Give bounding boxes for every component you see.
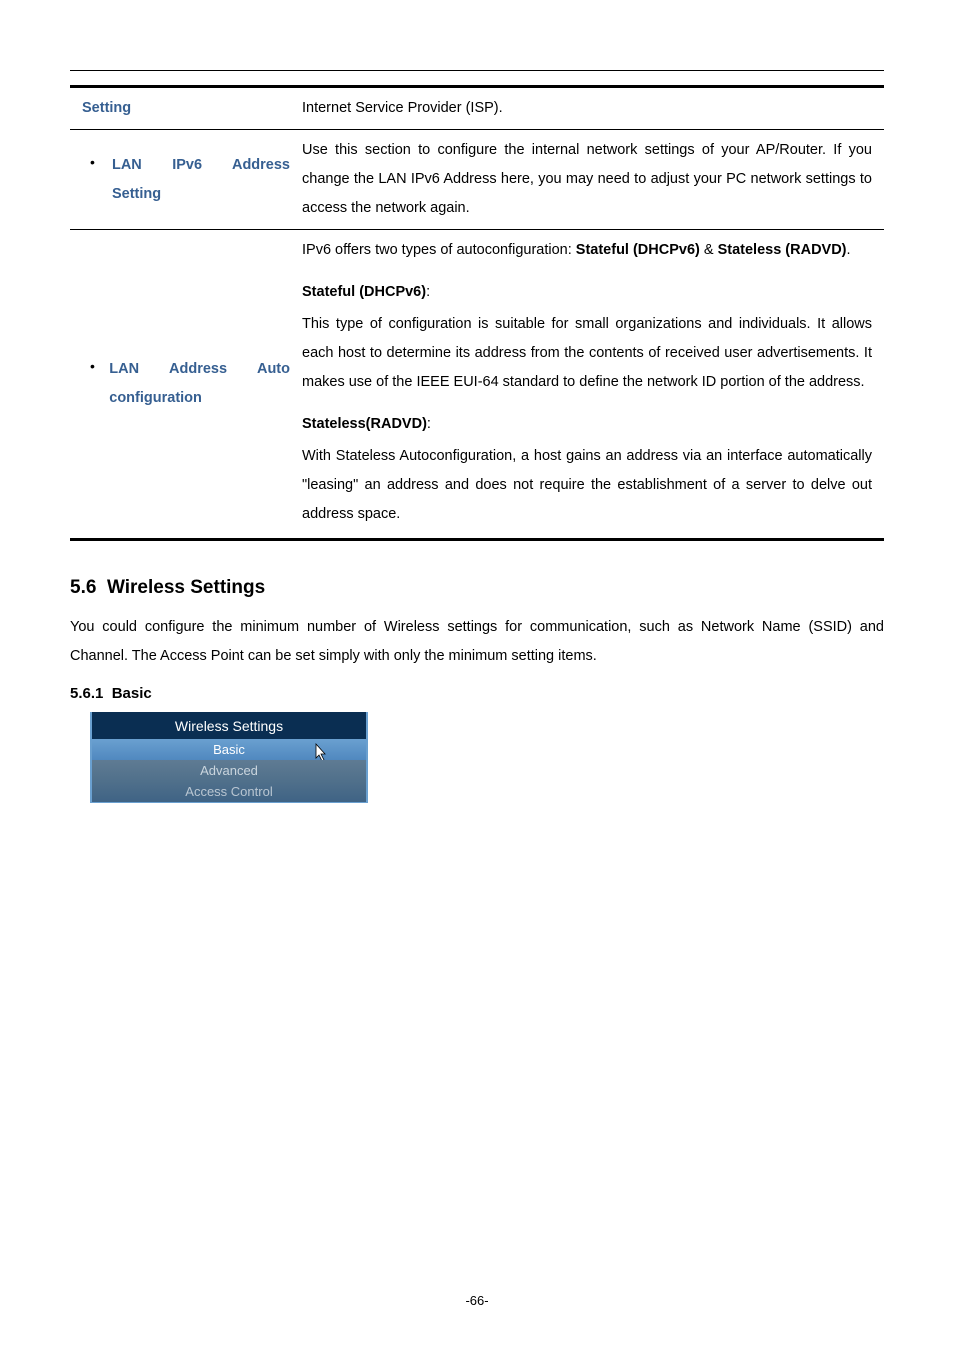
- bullet-icon: •: [90, 355, 101, 377]
- subsection-number: 5.6.1: [70, 685, 103, 702]
- sub2-title-line: Stateless(RADVD):: [302, 410, 872, 439]
- setting-label: Setting: [82, 100, 131, 116]
- sub2-body: With Stateless Autoconfiguration, a host…: [302, 442, 872, 529]
- menu-header: Wireless Settings: [92, 712, 366, 739]
- setting-desc: Use this section to configure the intern…: [302, 142, 872, 216]
- intro-amp: &: [700, 242, 718, 258]
- table-row: • LAN Address Auto configuration IPv6 of…: [70, 230, 884, 540]
- menu-item-basic[interactable]: Basic: [92, 739, 366, 760]
- sub1-body: This type of configuration is suitable f…: [302, 310, 872, 397]
- setting-label: LAN IPv6 Address Setting: [112, 151, 290, 209]
- table-row: • LAN IPv6 Address Setting Use this sect…: [70, 130, 884, 230]
- bullet-icon: •: [90, 151, 104, 173]
- wireless-settings-menu: Wireless Settings Basic Advanced Access …: [90, 712, 368, 803]
- setting-label: LAN Address Auto configuration: [109, 355, 290, 413]
- intro-text: IPv6 offers two types of autoconfigurati…: [302, 236, 872, 265]
- page-number: -66-: [0, 1293, 954, 1308]
- subsection-heading: 5.6.1 Basic: [70, 685, 884, 702]
- menu-item-label: Basic: [213, 742, 245, 757]
- subsection-title: Basic: [112, 685, 152, 702]
- table-row: Setting Internet Service Provider (ISP).: [70, 87, 884, 130]
- menu-item-label: Access Control: [185, 784, 272, 799]
- intro-post: .: [847, 242, 851, 258]
- menu-item-access-control[interactable]: Access Control: [92, 781, 366, 802]
- intro-bold1: Stateful (DHCPv6): [576, 242, 700, 258]
- section-title: Wireless Settings: [107, 577, 265, 598]
- section-desc: You could configure the minimum number o…: [70, 613, 884, 671]
- intro-bold2: Stateless (RADVD): [718, 242, 847, 258]
- section-number: 5.6: [70, 577, 96, 598]
- sub2-title: Stateless(RADVD): [302, 416, 427, 432]
- setting-desc: Internet Service Provider (ISP).: [302, 100, 503, 116]
- page-divider: [70, 70, 884, 71]
- intro-pre: IPv6 offers two types of autoconfigurati…: [302, 242, 576, 258]
- settings-table: Setting Internet Service Provider (ISP).…: [70, 85, 884, 541]
- menu-item-label: Advanced: [200, 763, 258, 778]
- sub1-title: Stateful (DHCPv6): [302, 284, 426, 300]
- sub1-title-line: Stateful (DHCPv6):: [302, 278, 872, 307]
- section-heading: 5.6 Wireless Settings: [70, 577, 884, 599]
- menu-item-advanced[interactable]: Advanced: [92, 760, 366, 781]
